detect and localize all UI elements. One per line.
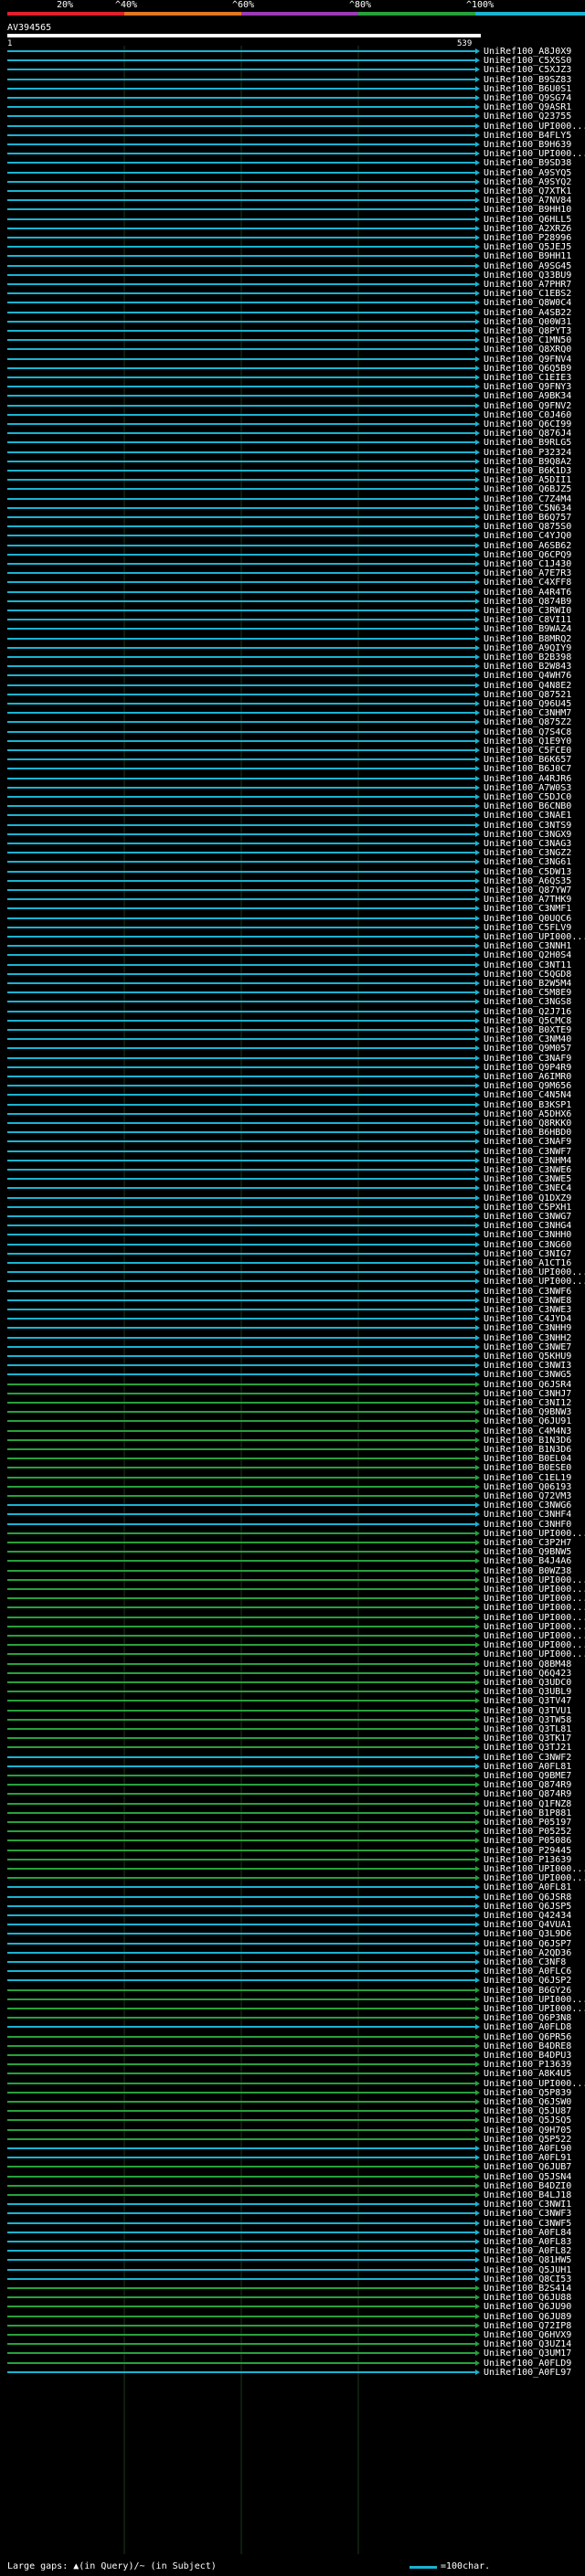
hit-label[interactable]: UniRef100_C4YJQ0 bbox=[484, 531, 571, 541]
hit-label[interactable]: UniRef100_Q6JU91 bbox=[484, 1416, 571, 1426]
footer: Large gaps: ▲(in Query)/~ (in Subject) =… bbox=[7, 2560, 585, 2573]
hit-label[interactable]: UniRef100_B4J4A6 bbox=[484, 1556, 571, 1566]
hit-label[interactable]: UniRef100_B9RLG5 bbox=[484, 438, 571, 448]
hit-label[interactable]: UniRef100_C3NHH0 bbox=[484, 1230, 571, 1240]
hit-label[interactable]: UniRef100_B9HH11 bbox=[484, 251, 571, 261]
hit-label[interactable]: UniRef100_B6J0C7 bbox=[484, 764, 571, 774]
hit-label[interactable]: UniRef100_Q875Z2 bbox=[484, 717, 571, 727]
hit-label[interactable]: UniRef100_A9BK34 bbox=[484, 391, 571, 401]
hit-label[interactable]: UniRef100_C3NMF1 bbox=[484, 904, 571, 914]
hit-label[interactable]: UniRef100_Q81HW5 bbox=[484, 2255, 571, 2265]
hit-label[interactable]: UniRef100_A0FL97 bbox=[484, 2368, 571, 2378]
hit-label[interactable]: UniRef100_A0FLD8 bbox=[484, 2022, 571, 2032]
hit-label[interactable]: UniRef100_Q3TV47 bbox=[484, 1696, 571, 1706]
hit-label[interactable]: UniRef100_C4N5N4 bbox=[484, 1090, 571, 1100]
hit-list: UniRef100_A8J0X9 UniRef100_C5XSS0 UniRef10… bbox=[0, 0, 585, 2576]
hit-label[interactable]: UniRef100_C3NAF9 bbox=[484, 1137, 571, 1147]
hit-label[interactable]: UniRef100_C3NHH9 bbox=[484, 1323, 571, 1333]
hit-label[interactable]: UniRef100_A8K4U5 bbox=[484, 2069, 571, 2079]
hit-label[interactable]: UniRef100_C3NAE1 bbox=[484, 811, 571, 821]
hit-label[interactable]: UniRef100_C3NWF3 bbox=[484, 2209, 571, 2219]
hit-label[interactable]: UniRef100_C4XFF8 bbox=[484, 578, 571, 588]
hit-label[interactable]: UniRef100_Q6JUB7 bbox=[484, 2162, 571, 2172]
hit-label[interactable]: UniRef100_Q3L9D6 bbox=[484, 1929, 571, 1939]
hit-label[interactable]: UniRef100_Q6BJZ5 bbox=[484, 484, 571, 494]
hit-label[interactable]: UniRef100_Q874R9 bbox=[484, 1789, 571, 1799]
hit-label[interactable]: UniRef100_B0ESE0 bbox=[484, 1463, 571, 1473]
hit-label[interactable]: UniRef100_C3NGS8 bbox=[484, 997, 571, 1007]
hit-label[interactable]: UniRef100_P05086 bbox=[484, 1836, 571, 1846]
hit-label[interactable]: UniRef100_B9WAZ4 bbox=[484, 624, 571, 634]
hit-label[interactable]: UniRef100_UPI000... bbox=[484, 1277, 585, 1287]
footer-gap-legend: Large gaps: ▲(in Query)/~ (in Subject) bbox=[7, 2561, 217, 2571]
hit-label[interactable]: UniRef100_Q2H0S4 bbox=[484, 950, 571, 960]
hit-label[interactable]: UniRef100_UPI000... bbox=[484, 1649, 585, 1659]
hit-label[interactable]: UniRef100_Q4WH76 bbox=[484, 671, 571, 681]
hit-label[interactable]: UniRef100_Q9M057 bbox=[484, 1044, 571, 1054]
hit-label[interactable]: UniRef100_Q3UM17 bbox=[484, 2348, 571, 2359]
hit-label[interactable]: UniRef100_A0FL81 bbox=[484, 1882, 571, 1892]
scale-label: =100char. bbox=[441, 2561, 491, 2571]
hit-label[interactable]: UniRef100_B9HH10 bbox=[484, 205, 571, 215]
hit-label[interactable]: UniRef100_Q23755 bbox=[484, 111, 571, 122]
hit-label[interactable]: UniRef100_Q5JSQ5 bbox=[484, 2115, 571, 2125]
hit-label[interactable]: UniRef100_C3NG61 bbox=[484, 857, 571, 867]
hit-label[interactable]: UniRef100_Q6JSP2 bbox=[484, 1976, 571, 1986]
hit-label[interactable]: UniRef100_Q8W0C4 bbox=[484, 298, 571, 308]
hit-label[interactable]: UniRef100_C3NEC4 bbox=[484, 1183, 571, 1193]
hit-label[interactable]: UniRef100_C3NWG5 bbox=[484, 1370, 571, 1380]
hit-label[interactable]: UniRef100_C3NHF4 bbox=[484, 1510, 571, 1520]
hit-label[interactable]: UniRef100_B9SD38 bbox=[484, 158, 571, 168]
scale-swatch bbox=[410, 2566, 437, 2569]
hit-label[interactable]: UniRef100_UPI000... bbox=[484, 1603, 585, 1613]
hit-label[interactable]: UniRef100_Q8XRQ0 bbox=[484, 345, 571, 355]
hit-label[interactable]: UniRef100_C5XJZ3 bbox=[484, 65, 571, 75]
hit-label[interactable]: UniRef100_Q3TJ21 bbox=[484, 1743, 571, 1753]
hit-label[interactable]: UniRef100_Q6JU90 bbox=[484, 2302, 571, 2312]
